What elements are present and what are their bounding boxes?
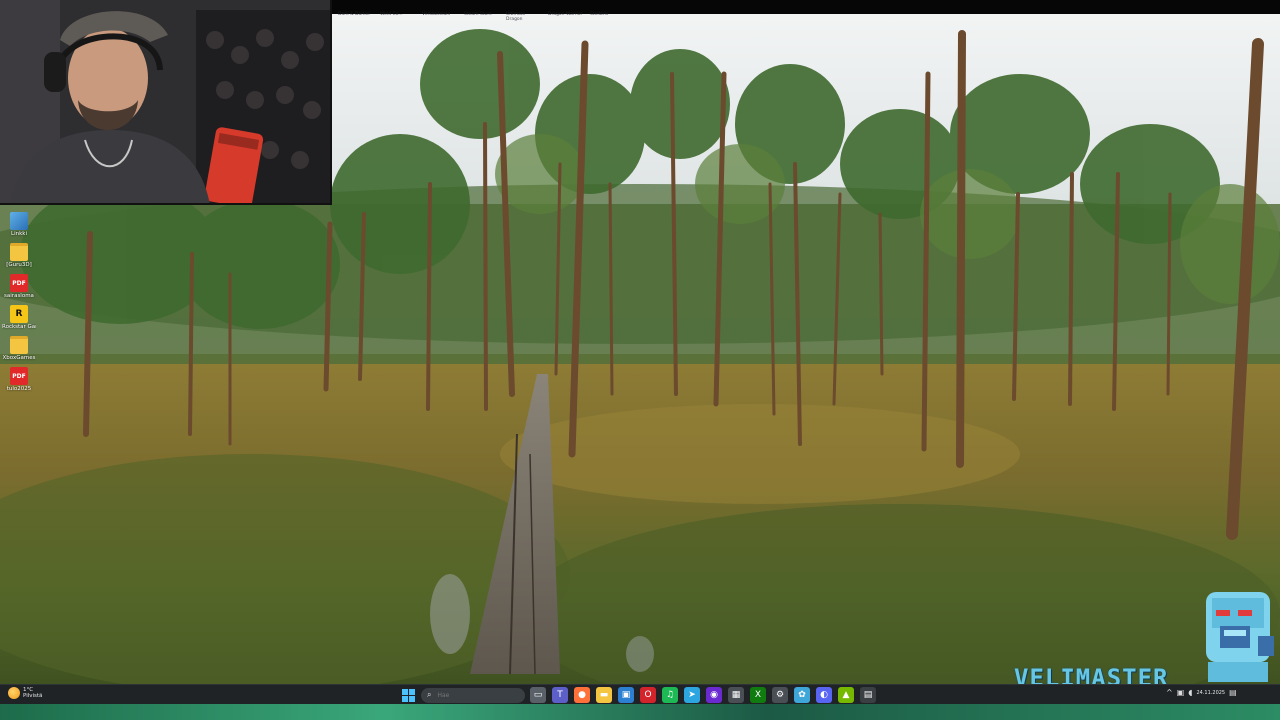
volume-icon[interactable]: ◖ <box>1188 688 1192 697</box>
desktop-icons: Linkki [Guru3D] PDF sairasloma R Rocksta… <box>2 212 36 398</box>
browser-tab[interactable]: Weld Co... <box>380 12 416 22</box>
task-view-icon[interactable]: ▭ <box>530 687 546 703</box>
file-explorer-icon[interactable]: ▬ <box>596 687 612 703</box>
app3-icon[interactable]: ▤ <box>860 687 876 703</box>
system-tray: ^ ▣ ◖ 24.11.2025 ▤ <box>1166 688 1237 697</box>
obs-icon[interactable]: ◉ <box>706 687 722 703</box>
desktop-icon-sairasloma[interactable]: PDF sairasloma <box>2 274 36 299</box>
desktop-icon-tulo2025[interactable]: PDF tulo2025 <box>2 367 36 392</box>
mascot-icon <box>1206 592 1274 682</box>
xbox-icon[interactable]: X <box>750 687 766 703</box>
network-icon[interactable]: ▣ <box>1177 688 1185 697</box>
nvidia-icon[interactable]: ▲ <box>838 687 854 703</box>
app-icon <box>10 212 28 230</box>
desktop-icon-guru3d[interactable]: [Guru3D] <box>2 243 36 268</box>
start-button[interactable] <box>400 687 416 703</box>
clock[interactable]: 24.11.2025 <box>1196 690 1225 696</box>
tray-overflow-chevron[interactable]: ^ <box>1166 688 1173 697</box>
notification-icon[interactable]: ▤ <box>1229 688 1237 697</box>
desktop-icon-label: [Guru3D] <box>6 262 32 268</box>
webcam-overlay <box>0 0 332 205</box>
desktop-icon-label: Linkki <box>11 231 27 237</box>
desktop-icon-linkki[interactable]: Linkki <box>2 212 36 237</box>
search-icon: ⌕ <box>427 690 432 699</box>
pdf-icon: PDF <box>10 274 28 292</box>
weather-icon <box>8 687 20 699</box>
browser-tab[interactable]: Stellaris <box>590 12 626 22</box>
windows-icon <box>401 688 415 702</box>
browser-tab[interactable]: Ultimate Dragon <box>506 12 542 22</box>
firefox-icon[interactable]: ● <box>574 687 590 703</box>
pinned-apps: ▭ T ● ▬ ▣ O ♫ ➤ ◉ ▦ X ⚙ ✿ ◐ ▲ ▤ <box>530 687 876 703</box>
stream-overlay-bar <box>0 704 1280 720</box>
weather-text: 1°C Pilvistä <box>23 687 42 699</box>
rockstar-icon: R <box>10 305 28 323</box>
browser-tab-strip: Dark & Darker Weld Co... Verkkoselain St… <box>338 12 626 22</box>
browser-tab[interactable]: Steam Store <box>464 12 500 22</box>
pdf-icon: PDF <box>10 367 28 385</box>
folder-icon <box>10 336 28 354</box>
taskbar-search[interactable]: ⌕ <box>421 687 525 703</box>
settings-icon[interactable]: ⚙ <box>772 687 788 703</box>
browser-tab[interactable]: Verkkoselain <box>422 12 458 22</box>
webcam-person-image <box>0 0 330 203</box>
browser-tab[interactable]: Dark & Darker <box>338 12 374 22</box>
clock-date: 24.11.2025 <box>1196 689 1226 696</box>
browser-tab[interactable]: Dragon Warrior <box>548 12 584 22</box>
weather-condition: Pilvistä <box>23 693 43 699</box>
desktop-icon-label: tulo2025 <box>6 386 32 392</box>
store-icon[interactable]: ▣ <box>618 687 634 703</box>
spotify-icon[interactable]: ♫ <box>662 687 678 703</box>
taskbar: 1°C Pilvistä ⌕ ▭ T ● ▬ ▣ O ♫ ➤ ◉ ▦ X ⚙ ✿ ◐ ▲ ▤ ^ ▣ ◖ <box>0 684 1280 704</box>
desktop-icon-xboxgames[interactable]: XboxGames <box>2 336 36 361</box>
search-input[interactable] <box>437 691 518 699</box>
discord-icon[interactable]: ◐ <box>816 687 832 703</box>
folder-icon <box>10 243 28 261</box>
desktop-screen: Dark & Darker Weld Co... Verkkoselain St… <box>0 0 1280 720</box>
desktop-icon-label: XboxGames <box>2 355 36 361</box>
teams-icon[interactable]: T <box>552 687 568 703</box>
app-icon[interactable]: ▦ <box>728 687 744 703</box>
weather-widget[interactable]: 1°C Pilvistä <box>8 687 42 699</box>
taskbar-apps: ⌕ ▭ T ● ▬ ▣ O ♫ ➤ ◉ ▦ X ⚙ ✿ ◐ ▲ ▤ <box>400 687 876 703</box>
desktop-icon-rockstar[interactable]: R Rockstar Games <box>2 305 36 330</box>
desktop-icon-label: Rockstar Games <box>2 324 36 330</box>
desktop-icon-label: sairasloma <box>4 293 34 299</box>
telegram-icon[interactable]: ➤ <box>684 687 700 703</box>
app2-icon[interactable]: ✿ <box>794 687 810 703</box>
opera-icon[interactable]: O <box>640 687 656 703</box>
